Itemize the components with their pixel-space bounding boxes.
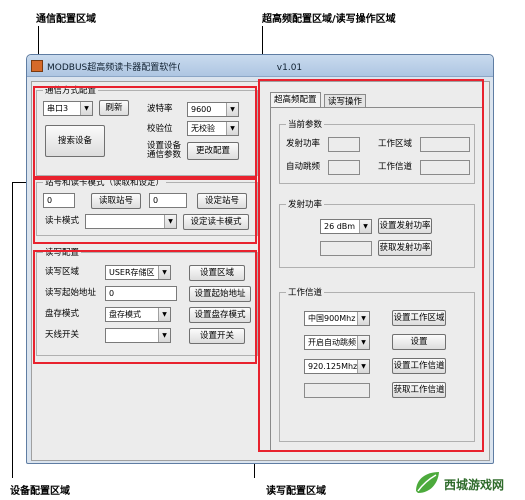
annotation-comm-area: 通信配置区域 bbox=[36, 14, 96, 25]
watermark-text: 西城游戏网 bbox=[444, 478, 505, 492]
window-version: v1.01 bbox=[276, 63, 303, 73]
uhf-area-highlight bbox=[258, 79, 484, 452]
window-title: MODBUS超高频读卡器配置软件(v1.01 bbox=[47, 63, 303, 73]
rw-config-area-highlight bbox=[33, 250, 257, 364]
app-icon bbox=[31, 60, 43, 72]
annotation-rw-area: 读写配置区域 bbox=[266, 486, 326, 497]
annotation-uhf-area: 超高频配置区域/读写操作区域 bbox=[262, 14, 396, 25]
watermark-logo: 西城游戏网 bbox=[412, 468, 522, 498]
title-bar[interactable]: MODBUS超高频读卡器配置软件(v1.01 bbox=[27, 55, 493, 77]
annotation-device-area: 设备配置区域 bbox=[10, 486, 70, 497]
leaf-icon bbox=[416, 472, 439, 493]
leader-line bbox=[12, 182, 13, 478]
comm-area-highlight bbox=[33, 86, 257, 178]
device-area-highlight bbox=[33, 178, 257, 244]
